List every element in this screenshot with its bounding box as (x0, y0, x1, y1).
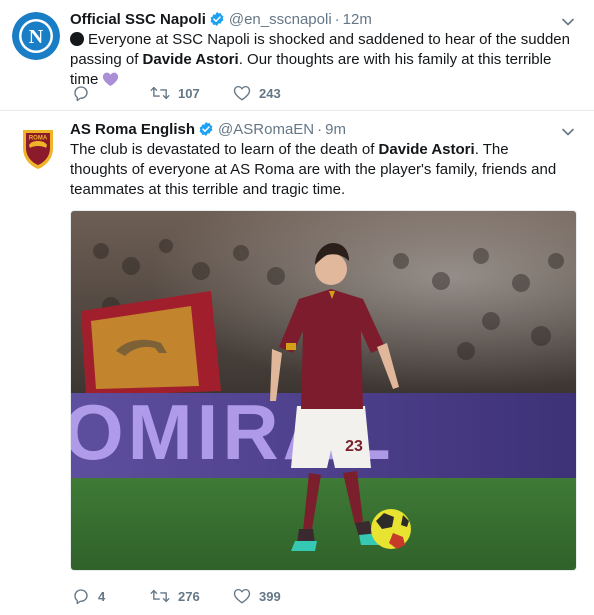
separator-dot: · (334, 11, 340, 28)
jersey-number: 23 (345, 438, 363, 455)
reply-button[interactable] (72, 83, 98, 103)
caret-down-icon[interactable] (560, 124, 576, 140)
retweet-button[interactable]: 107 (150, 83, 200, 103)
tweet-text-bold: Davide Astori (142, 51, 239, 68)
display-name[interactable]: Official SSC Napoli (70, 11, 206, 28)
reply-button[interactable]: 4 (72, 586, 105, 606)
retweet-button[interactable]: 276 (150, 586, 200, 606)
handle[interactable]: @ASRomaEN (218, 121, 314, 138)
like-button[interactable]: 243 (233, 83, 281, 103)
tweet-text-part: The club is devastated to learn of the d… (70, 141, 379, 158)
reply-count: 4 (98, 588, 106, 604)
tweet-text-bold: Davide Astori (378, 141, 475, 158)
tweet-roma[interactable]: ROMA AS Roma English @ASRomaEN · 9m The clu… (0, 112, 594, 615)
reply-icon (72, 84, 90, 102)
tweet-text: Everyone at SSC Napoli is shocked and sa… (70, 30, 570, 93)
black-circle-icon (70, 32, 84, 46)
roma-crest-icon: ROMA (23, 130, 53, 169)
retweet-count: 107 (178, 85, 200, 101)
tweet-text: The club is devastated to learn of the d… (70, 140, 570, 200)
separator-dot: · (317, 121, 323, 138)
retweet-icon (150, 84, 170, 102)
timestamp[interactable]: 9m (325, 121, 346, 138)
caret-down-icon[interactable] (560, 14, 576, 30)
tweet-napoli[interactable]: N Official SSC Napoli @en_sscnapoli · 12m E… (0, 0, 594, 111)
roma-avatar[interactable]: ROMA (14, 124, 62, 172)
like-count: 399 (259, 588, 281, 604)
reply-icon (72, 587, 90, 605)
like-button[interactable]: 399 (233, 586, 281, 606)
retweet-count: 276 (178, 588, 200, 604)
tweet-photo[interactable]: OMIRAL 23 (70, 210, 577, 571)
pitch (71, 478, 576, 570)
napoli-avatar[interactable]: N (12, 12, 60, 60)
handle[interactable]: @en_sscnapoli (229, 11, 332, 28)
retweet-icon (150, 587, 170, 605)
like-icon (233, 84, 251, 102)
like-count: 243 (259, 85, 281, 101)
timestamp[interactable]: 12m (343, 11, 372, 28)
purple-heart-icon (102, 71, 119, 93)
display-name[interactable]: AS Roma English (70, 121, 195, 138)
soccer-ball (371, 509, 411, 549)
like-icon (233, 587, 251, 605)
roma-crest-text: ROMA (29, 136, 48, 142)
napoli-logo-letter: N (29, 26, 44, 48)
